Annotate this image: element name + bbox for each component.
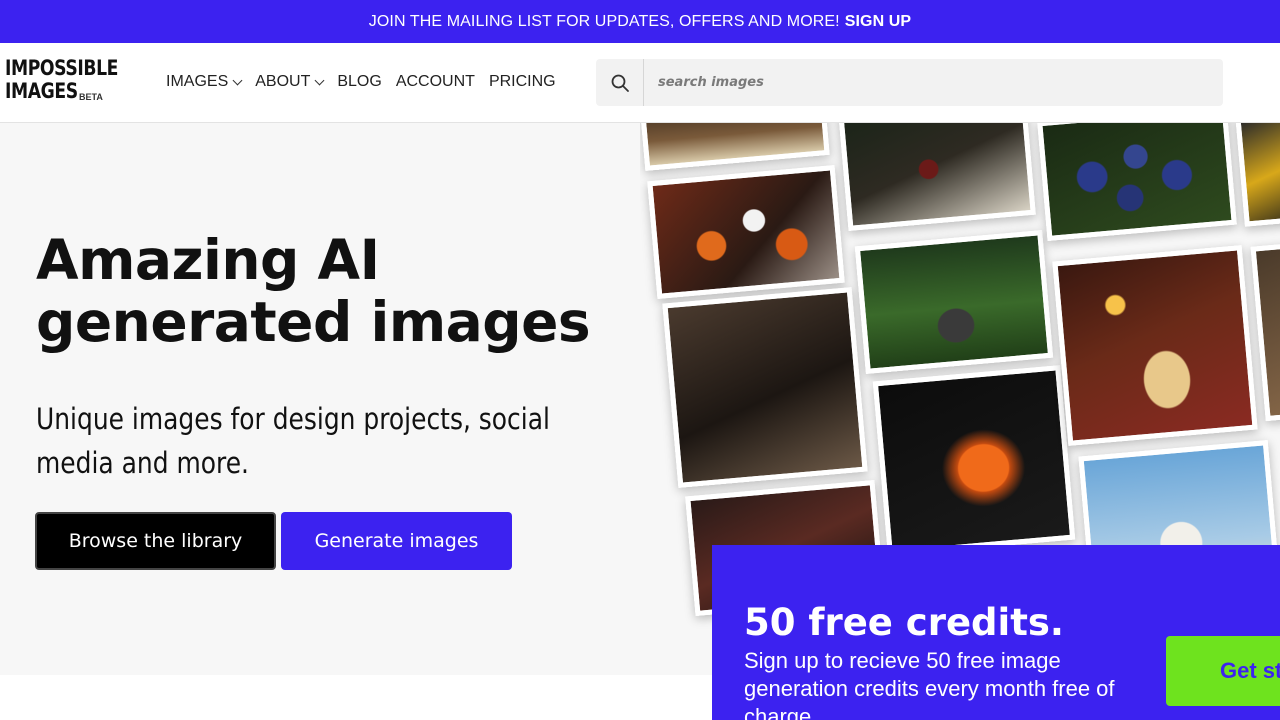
search-button[interactable] <box>596 59 644 106</box>
logo-line-1: IMPOSSIBLE <box>5 56 119 80</box>
generate-images-button[interactable]: Generate images <box>281 512 512 570</box>
search-icon <box>611 74 629 92</box>
hero-title: Amazing AI generated images <box>36 228 591 354</box>
nav-item-label: IMAGES <box>166 73 229 90</box>
gallery-image-pumpkins[interactable] <box>647 165 845 299</box>
promo-text: JOIN THE MAILING LIST FOR UPDATES, OFFER… <box>368 12 840 30</box>
nav-item-images[interactable]: IMAGES <box>166 73 243 91</box>
gallery-image-dinner-plate[interactable] <box>640 123 830 171</box>
gallery-image-goldfish[interactable] <box>872 365 1076 556</box>
gallery-image-night-garden[interactable] <box>838 123 1036 231</box>
chevron-down-icon <box>314 75 325 85</box>
beta-badge: BETA <box>79 92 103 102</box>
logo-line-2: IMAGES <box>5 79 78 103</box>
hero-subtitle: Unique images for design projects, socia… <box>36 402 550 480</box>
free-credits-panel: 50 free credits. Sign up to recieve 50 f… <box>712 545 1280 720</box>
chevron-down-icon <box>232 75 243 85</box>
gallery-image-forest-drums[interactable] <box>854 230 1054 374</box>
gallery-image-vinyl[interactable] <box>1235 123 1280 227</box>
cta-title: 50 free credits. <box>744 601 1064 644</box>
nav-item-label: ABOUT <box>255 73 311 90</box>
nav-item-label: ACCOUNT <box>395 73 475 90</box>
site-header: IMPOSSIBLE IMAGES BETA IMAGES ABOUT BLOG… <box>0 43 1280 123</box>
browse-library-button[interactable]: Browse the library <box>35 512 276 570</box>
search-bar <box>596 59 1223 106</box>
nav-item-label: BLOG <box>337 73 382 90</box>
promo-banner: JOIN THE MAILING LIST FOR UPDATES, OFFER… <box>0 0 1280 43</box>
gallery-image-blueberries[interactable] <box>1037 123 1237 242</box>
nav-item-pricing[interactable]: PRICING <box>489 73 556 91</box>
nav-item-label: PRICING <box>488 73 556 90</box>
nav-item-blog[interactable]: BLOG <box>337 73 381 91</box>
gallery-image-gothic-couple[interactable] <box>662 287 868 488</box>
nav-item-account[interactable]: ACCOUNT <box>396 73 475 91</box>
get-started-button[interactable]: Get st <box>1166 636 1280 706</box>
site-logo[interactable]: IMPOSSIBLE IMAGES BETA <box>5 56 125 112</box>
main-nav: IMAGES ABOUT BLOG ACCOUNT PRICING <box>166 43 570 121</box>
promo-signup-link[interactable]: SIGN UP <box>845 13 912 31</box>
cta-text: Sign up to recieve 50 free image generat… <box>744 648 1115 720</box>
gallery-image-edge[interactable] <box>1250 239 1280 422</box>
search-input[interactable] <box>644 59 1204 106</box>
gallery-image-tea-cookies[interactable] <box>1052 245 1258 446</box>
nav-item-about[interactable]: ABOUT <box>255 73 325 91</box>
